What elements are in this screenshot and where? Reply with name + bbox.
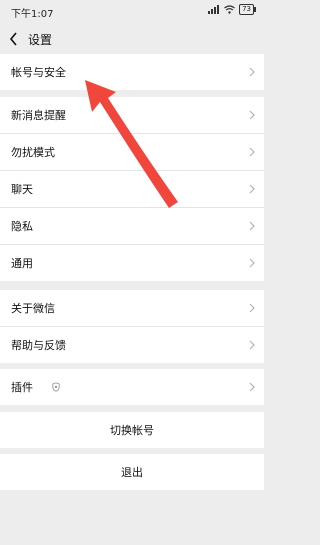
status-bar: 下午1:07 73 — [0, 0, 264, 24]
shield-icon — [52, 382, 60, 392]
battery-icon: 73 — [239, 4, 256, 15]
back-icon[interactable] — [8, 31, 20, 47]
page-title: 设置 — [28, 33, 53, 47]
nav-bar: 设置 — [0, 24, 264, 54]
settings-item-label: 新消息提醒 — [11, 109, 66, 122]
status-icons: 73 — [208, 4, 256, 15]
logout-label: 退出 — [121, 466, 143, 479]
logout-button[interactable]: 退出 — [0, 454, 264, 490]
switch-account-button[interactable]: 切换帐号 — [0, 412, 264, 448]
settings-group-plugins: 插件 — [0, 369, 264, 405]
settings-item-help-feedback[interactable]: 帮助与反馈 — [0, 327, 264, 363]
wifi-icon — [224, 5, 235, 14]
settings-item-do-not-disturb[interactable]: 勿扰模式 — [0, 134, 264, 171]
chevron-right-icon — [249, 221, 255, 231]
chevron-right-icon — [249, 382, 255, 392]
settings-item-label: 帐号与安全 — [11, 66, 66, 79]
chevron-right-icon — [249, 258, 255, 268]
settings-item-about-wechat[interactable]: 关于微信 — [0, 290, 264, 327]
chevron-right-icon — [249, 303, 255, 313]
settings-group-account: 帐号与安全 — [0, 54, 264, 90]
switch-account-label: 切换帐号 — [110, 424, 154, 437]
chevron-right-icon — [249, 340, 255, 350]
status-time: 下午1:07 — [11, 9, 54, 20]
settings-group-general: 新消息提醒 勿扰模式 聊天 隐私 通用 — [0, 97, 264, 281]
settings-item-label: 隐私 — [11, 220, 33, 233]
settings-item-chat[interactable]: 聊天 — [0, 171, 264, 208]
settings-item-label: 插件 — [11, 381, 33, 394]
settings-item-label: 帮助与反馈 — [11, 339, 66, 352]
settings-item-plugins[interactable]: 插件 — [0, 369, 264, 405]
settings-item-label: 通用 — [11, 257, 33, 270]
settings-item-general[interactable]: 通用 — [0, 245, 264, 281]
chevron-right-icon — [249, 110, 255, 120]
settings-item-new-message[interactable]: 新消息提醒 — [0, 97, 264, 134]
settings-item-label: 关于微信 — [11, 302, 55, 315]
settings-item-label: 聊天 — [11, 183, 33, 196]
chevron-right-icon — [249, 67, 255, 77]
settings-item-privacy[interactable]: 隐私 — [0, 208, 264, 245]
chevron-right-icon — [249, 184, 255, 194]
signal-icon — [208, 5, 220, 14]
settings-item-label: 勿扰模式 — [11, 146, 55, 159]
settings-group-about: 关于微信 帮助与反馈 — [0, 290, 264, 363]
settings-item-account-security[interactable]: 帐号与安全 — [0, 54, 264, 90]
chevron-right-icon — [249, 147, 255, 157]
